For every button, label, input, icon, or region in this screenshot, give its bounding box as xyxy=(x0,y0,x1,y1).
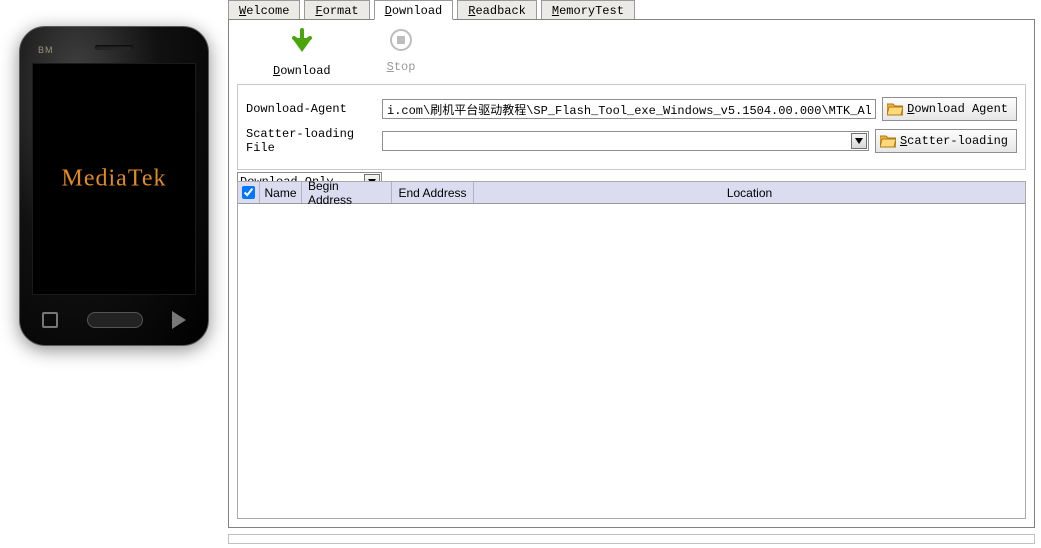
column-name[interactable]: Name xyxy=(260,182,302,203)
phone-menu-icon xyxy=(42,312,58,328)
tab-memorytest[interactable]: MemoryTest xyxy=(541,0,635,20)
main-area: Welcome Format Download Readback MemoryT… xyxy=(226,0,1041,548)
column-checkbox[interactable] xyxy=(238,182,260,203)
phone-mock: BM MediaTek xyxy=(19,26,209,346)
scatter-loading-button[interactable]: Scatter-loading xyxy=(875,129,1017,153)
column-begin-address[interactable]: Begin Address xyxy=(302,182,392,203)
tab-bar: Welcome Format Download Readback MemoryT… xyxy=(228,0,635,20)
status-strip xyxy=(228,534,1035,544)
scatter-dropdown-icon[interactable] xyxy=(851,133,867,149)
table-header: Name Begin Address End Address Location xyxy=(238,182,1025,204)
download-agent-label: Download-Agent xyxy=(246,102,376,116)
phone-brand-label: BM xyxy=(38,45,54,55)
tab-readback[interactable]: Readback xyxy=(457,0,537,20)
select-all-checkbox[interactable] xyxy=(242,186,255,199)
download-button[interactable]: Download xyxy=(273,28,331,80)
tab-format[interactable]: Format xyxy=(304,0,369,20)
phone-screen: MediaTek xyxy=(32,63,196,295)
tab-welcome[interactable]: Welcome xyxy=(228,0,300,20)
tab-download[interactable]: Download xyxy=(374,0,454,20)
scatter-file-combo[interactable] xyxy=(382,131,869,151)
table-body xyxy=(238,204,1025,518)
toolbar: Download Stop xyxy=(237,24,1026,80)
column-location[interactable]: Location xyxy=(474,182,1025,203)
phone-home-icon xyxy=(87,312,143,328)
partition-table: Name Begin Address End Address Location xyxy=(237,181,1026,519)
download-panel: Download Stop Download-Agent xyxy=(228,19,1035,528)
download-agent-input[interactable] xyxy=(382,99,876,119)
download-agent-button[interactable]: Download Agent xyxy=(882,97,1017,121)
stop-button: Stop xyxy=(387,28,416,80)
phone-speaker xyxy=(95,45,133,50)
download-arrow-icon xyxy=(288,28,316,60)
left-phone-panel: BM MediaTek xyxy=(0,0,226,548)
agent-group: Download-Agent Download Agent Scatter-lo… xyxy=(237,84,1026,170)
folder-icon xyxy=(887,102,903,116)
stop-icon xyxy=(389,28,413,56)
mediatek-logo: MediaTek xyxy=(62,166,167,193)
column-end-address[interactable]: End Address xyxy=(392,182,474,203)
phone-back-icon xyxy=(172,311,186,329)
folder-icon xyxy=(880,134,896,148)
phone-nav-buttons xyxy=(20,303,208,337)
scatter-file-label: Scatter-loading File xyxy=(246,127,376,155)
